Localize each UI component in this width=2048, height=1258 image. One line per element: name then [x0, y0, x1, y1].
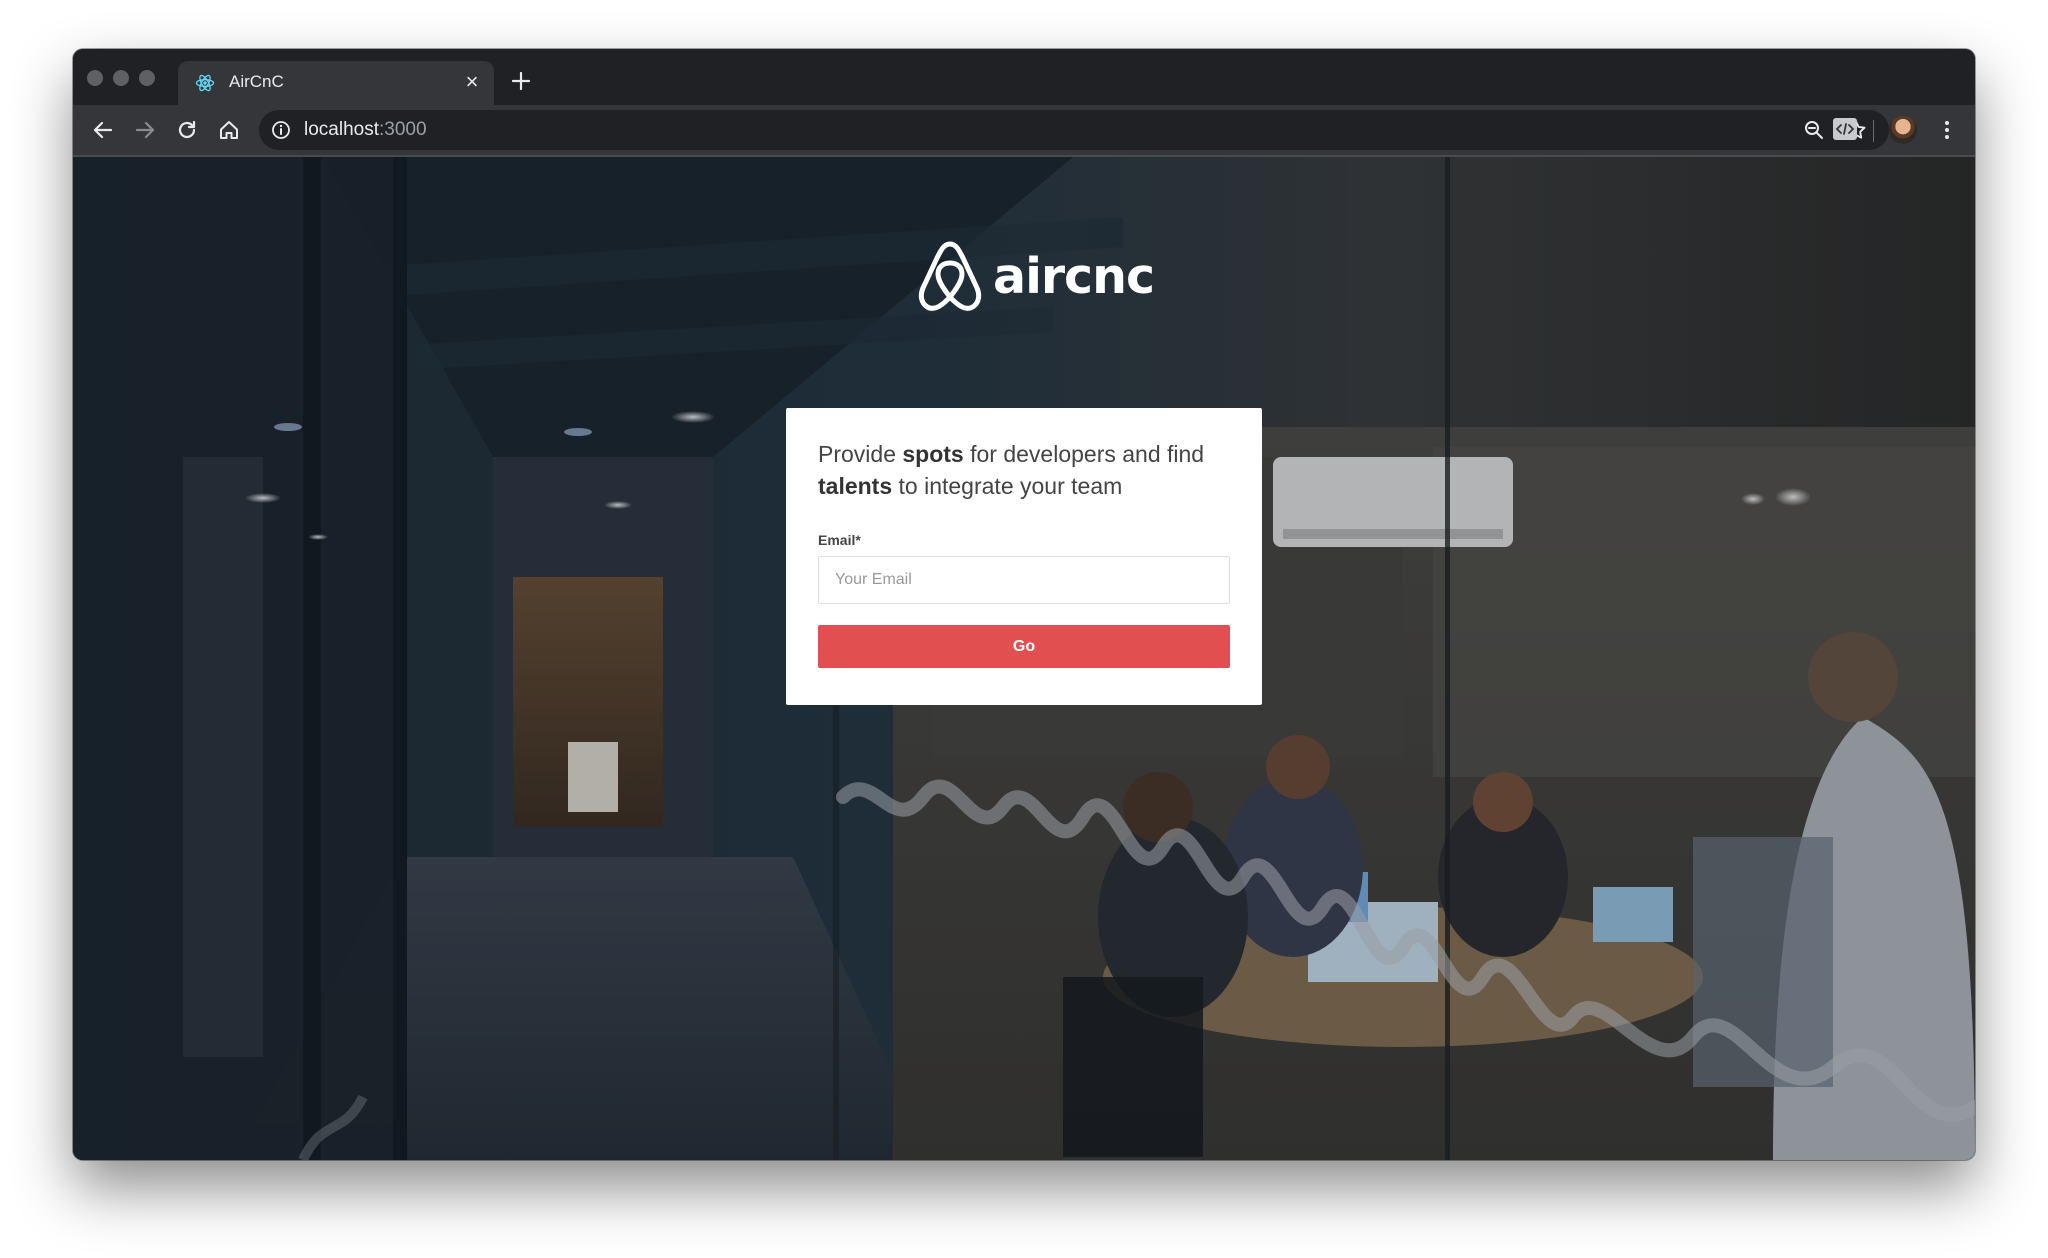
- go-button[interactable]: Go: [818, 625, 1230, 668]
- tagline-bold-spots: spots: [902, 441, 964, 467]
- close-tab-icon[interactable]: ×: [462, 71, 482, 93]
- logo-wordmark: aircnc: [993, 248, 1155, 305]
- forward-arrow-icon[interactable]: [133, 118, 157, 142]
- toolbar-divider: [1873, 120, 1874, 142]
- browser-window: AirCnC × localhost:3000 aircnc Provide s…: [73, 49, 1975, 1160]
- home-icon[interactable]: [217, 118, 241, 142]
- page-viewport: aircnc Provide spots for developers and …: [73, 157, 1975, 1160]
- url-host: localhost: [304, 119, 379, 140]
- address-bar[interactable]: localhost:3000: [259, 110, 1889, 150]
- tab-strip: AirCnC ×: [73, 49, 1975, 105]
- tagline: Provide spots for developers and find ta…: [818, 438, 1230, 502]
- site-info-icon[interactable]: [271, 120, 291, 140]
- new-tab-icon[interactable]: [509, 69, 533, 93]
- tagline-bold-talents: talents: [818, 473, 893, 499]
- signup-card: Provide spots for developers and find ta…: [786, 408, 1262, 705]
- email-field[interactable]: [818, 556, 1230, 604]
- tab-aircnc[interactable]: AirCnC ×: [178, 61, 494, 105]
- url-port: :3000: [379, 119, 427, 140]
- url-text: localhost:3000: [304, 120, 427, 140]
- maximize-window-button[interactable]: [139, 70, 155, 86]
- tagline-text-1: Provide: [818, 441, 903, 467]
- airbnb-belo-icon: [918, 241, 982, 311]
- extension-icon[interactable]: [1833, 118, 1857, 140]
- avatar[interactable]: [1889, 116, 1917, 144]
- reload-icon[interactable]: [175, 118, 199, 142]
- email-label: Email*: [818, 532, 861, 548]
- tagline-text-2: for developers and find: [963, 441, 1205, 467]
- code-extension-glyph: [1835, 123, 1855, 135]
- tagline-text-3: to integrate your team: [892, 473, 1123, 499]
- zoom-icon[interactable]: [1802, 118, 1826, 142]
- close-window-button[interactable]: [87, 70, 103, 86]
- tab-title: AirCnC: [229, 72, 284, 91]
- browser-toolbar: localhost:3000: [73, 105, 1975, 157]
- back-arrow-icon[interactable]: [91, 118, 115, 142]
- aircnc-logo: aircnc: [917, 241, 1155, 311]
- react-atom-icon: [195, 74, 215, 92]
- minimize-window-button[interactable]: [113, 70, 129, 86]
- more-menu-icon[interactable]: [1935, 118, 1959, 142]
